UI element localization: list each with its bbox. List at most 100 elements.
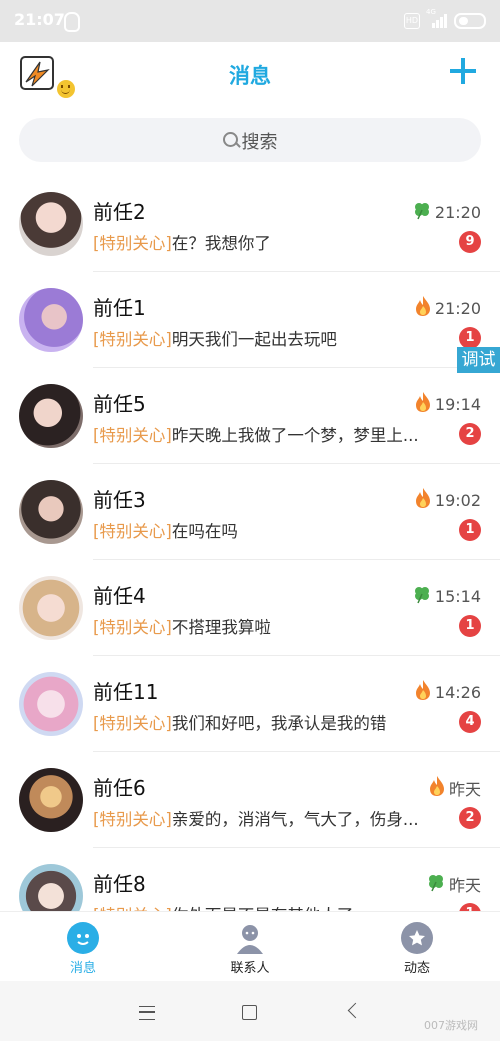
message-preview: [特别关心]昨天晚上我做了一个梦，梦里上... (93, 422, 433, 446)
unread-badge: 2 (459, 423, 481, 445)
message-preview: [特别关心]我们和好吧，我承认是我的错 (93, 710, 433, 734)
add-button[interactable] (450, 58, 476, 84)
contact-name: 前任4 (93, 584, 146, 608)
back-icon[interactable] (347, 1002, 364, 1019)
tab-feed[interactable]: 动态 (377, 922, 457, 976)
message-text: 昨天晚上我做了一个梦，梦里上... (171, 426, 419, 445)
message-meta: 19:02 (414, 488, 481, 512)
watermark: 007游戏网 (424, 1019, 478, 1032)
message-text: 在？我想你了 (171, 234, 271, 253)
special-care-tag: [特别关心] (93, 618, 172, 637)
message-preview: [特别关心]在吗在吗 (93, 518, 433, 542)
message-preview: [特别关心]在？我想你了 (93, 230, 433, 254)
debug-button[interactable]: 调试 (457, 347, 500, 373)
conversation-row[interactable]: 前任8 [特别关心]你外面是不是有其他人了 昨天 1 (0, 848, 500, 911)
flame-icon (414, 487, 432, 513)
message-text: 不搭理我算啦 (171, 618, 271, 637)
conversation-list: 前任2 [特别关心]在？我想你了 21:20 9 前任1 [特别关心]明天我们一起出去玩吧… (0, 176, 500, 911)
signal-icon: 4G (426, 8, 448, 28)
conversation-row[interactable]: 前任1 [特别关心]明天我们一起出去玩吧 21:20 1 (0, 272, 500, 368)
hd-icon: HD (404, 13, 420, 29)
message-meta: 昨天 (428, 776, 481, 800)
message-preview: [特别关心]亲爱的，消消气，气大了，伤身... (93, 806, 433, 830)
flame-icon (428, 775, 446, 801)
contact-avatar[interactable] (19, 192, 83, 256)
special-care-tag: [特别关心] (93, 426, 172, 445)
message-preview: [特别关心]你外面是不是有其他人了 (93, 902, 433, 911)
message-meta: 14:26 (414, 680, 481, 704)
star-icon (401, 922, 433, 954)
contact-name: 前任8 (93, 872, 146, 896)
qq-notification-icon (64, 12, 80, 32)
tab-messages[interactable]: 消息 (43, 922, 123, 976)
message-time: 21:20 (434, 202, 481, 222)
search-bar[interactable]: 搜索 (19, 118, 481, 162)
message-text: 明天我们一起出去玩吧 (171, 330, 337, 349)
contact-name: 前任6 (93, 776, 146, 800)
conversation-row[interactable]: 前任3 [特别关心]在吗在吗 19:02 1 (0, 464, 500, 560)
home-icon[interactable] (242, 1005, 257, 1020)
message-preview: [特别关心]明天我们一起出去玩吧 (93, 326, 433, 350)
contact-name: 前任1 (93, 296, 146, 320)
conversation-row[interactable]: 前任6 [特别关心]亲爱的，消消气，气大了，伤身... 昨天 2 (0, 752, 500, 848)
unread-badge: 1 (459, 519, 481, 541)
clover-icon (412, 200, 432, 224)
search-icon (222, 132, 238, 147)
flame-icon (414, 295, 432, 321)
conversation-row[interactable]: 前任4 [特别关心]不搭理我算啦 15:14 1 (0, 560, 500, 656)
messages-icon (67, 922, 99, 954)
flame-icon (414, 391, 432, 417)
unread-badge: 1 (459, 327, 481, 349)
menu-icon[interactable] (139, 1006, 155, 1020)
bottom-nav: 消息 联系人 动态 (0, 911, 500, 982)
unread-badge: 1 (459, 903, 481, 911)
message-meta: 15:14 (412, 584, 481, 608)
unread-badge: 4 (459, 711, 481, 733)
conversation-row[interactable]: 前任2 [特别关心]在？我想你了 21:20 9 (0, 176, 500, 272)
message-meta: 19:14 (414, 392, 481, 416)
message-meta: 21:20 (412, 200, 481, 224)
page-title: 消息 (229, 64, 271, 88)
contact-avatar[interactable] (19, 384, 83, 448)
message-text: 我们和好吧，我承认是我的错 (171, 714, 387, 733)
conversation-row[interactable]: 前任5 [特别关心]昨天晚上我做了一个梦，梦里上... 19:14 2 (0, 368, 500, 464)
message-time: 昨天 (448, 876, 481, 895)
contact-avatar[interactable] (19, 288, 83, 352)
message-time: 昨天 (448, 780, 481, 799)
contact-avatar[interactable] (19, 480, 83, 544)
network-type: 4G (426, 8, 436, 16)
message-text: 在吗在吗 (171, 522, 238, 541)
unread-badge: 2 (459, 807, 481, 829)
special-care-tag: [特别关心] (93, 522, 172, 541)
message-time: 14:26 (434, 682, 481, 702)
message-time: 15:14 (434, 586, 481, 606)
unread-badge: 1 (459, 615, 481, 637)
tab-messages-label: 消息 (69, 961, 96, 976)
clover-icon (412, 584, 432, 608)
special-care-tag: [特别关心] (93, 714, 172, 733)
flame-icon (414, 679, 432, 705)
contact-name: 前任2 (93, 200, 146, 224)
message-meta: 21:20 (414, 296, 481, 320)
message-time: 21:20 (434, 298, 481, 318)
contact-name: 前任5 (93, 392, 146, 416)
special-care-tag: [特别关心] (93, 330, 172, 349)
message-time: 19:14 (434, 394, 481, 414)
status-time: 21:07 (14, 10, 65, 29)
clover-icon (426, 872, 446, 896)
unread-badge: 9 (459, 231, 481, 253)
special-care-tag: [特别关心] (93, 810, 172, 829)
message-meta: 昨天 (426, 872, 481, 896)
conversation-row[interactable]: 前任11 [特别关心]我们和好吧，我承认是我的错 14:26 4 (0, 656, 500, 752)
tab-contacts-label: 联系人 (230, 961, 270, 976)
battery-icon (454, 13, 486, 29)
contact-name: 前任3 (93, 488, 146, 512)
tab-contacts[interactable]: 联系人 (210, 922, 290, 976)
contact-name: 前任11 (93, 680, 159, 704)
contact-avatar[interactable] (19, 576, 83, 640)
contact-avatar[interactable] (19, 864, 83, 911)
contact-avatar[interactable] (19, 768, 83, 832)
message-text: 亲爱的，消消气，气大了，伤身... (171, 810, 419, 829)
contact-avatar[interactable] (19, 672, 83, 736)
tab-feed-label: 动态 (403, 961, 430, 976)
